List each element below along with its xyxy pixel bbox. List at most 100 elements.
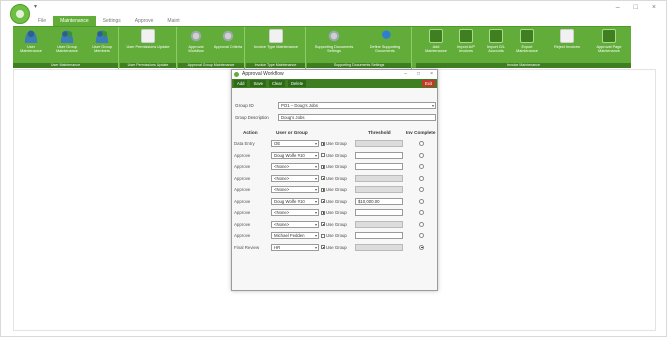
button-label: Approval Workflow [188,45,204,53]
tab-approve[interactable]: Approve [128,16,161,26]
use-group-checkbox[interactable]: Use Group [321,153,347,158]
group-label: Invoice Maintenance [416,63,631,68]
user-or-group-select[interactable]: Doug Wolfe #10 [271,151,319,159]
threshold-input[interactable] [355,243,403,251]
ribbon-group-user-maintenance: User Maintenance User Group Maintenance … [13,27,119,69]
invoice-type-maintenance-button[interactable]: Invoice Type Maintenance [251,29,301,49]
button-label: User Group Maintenance [56,45,78,53]
define-supporting-documents-button[interactable]: Define Supporting Documents [361,29,409,53]
inv-complete-radio[interactable] [419,210,424,215]
import-gl-accounts-button[interactable]: Import G/L Accounts [482,29,510,53]
close-icon[interactable]: × [652,4,656,11]
use-group-checkbox[interactable]: Use Group [321,176,347,181]
maximize-icon[interactable]: □ [634,4,638,11]
inv-complete-radio[interactable] [419,187,424,192]
inv-complete-radio[interactable] [419,233,424,238]
save-button[interactable]: Save [250,80,266,87]
user-maintenance-button[interactable]: User Maintenance [16,29,46,53]
button-label: Export Maintenance [516,45,538,53]
user-or-group-select[interactable]: Michael Fedden [271,232,319,239]
reject-invoices-button[interactable]: Reject Invoices [552,29,582,49]
close-icon[interactable]: × [430,70,433,79]
action-label: Final Review [234,244,260,250]
add-maintenance-button[interactable]: Add Maintenance [422,29,450,53]
group-id-select[interactable]: PO1 – Doug's Jobs [278,102,436,109]
user-or-group-select[interactable]: HR [271,243,319,251]
threshold-input[interactable] [355,151,403,159]
action-label: Data Entry [234,141,255,146]
user-group-members-button[interactable]: User Group Members [87,29,117,53]
use-group-checkbox[interactable]: Use Group [321,199,347,204]
import-ap-invoices-button[interactable]: Import A/P Invoices [452,29,480,53]
use-group-label: Use Group [326,233,347,238]
dialog-window-controls: – □ × [404,70,433,79]
tab-settings[interactable]: Settings [96,16,128,26]
threshold-input[interactable] [355,163,403,170]
use-group-label: Use Group [326,152,347,158]
user-or-group-select[interactable]: <None> [271,174,319,182]
supporting-documents-settings-button[interactable]: Supporting Documents Settings [310,29,358,53]
ribbon: User Maintenance User Group Maintenance … [13,26,631,69]
application-window: ▾ – □ × File Maintenance Settings Approv… [0,0,667,337]
user-or-group-select[interactable]: <None> [271,209,319,216]
inv-complete-radio[interactable] [419,244,424,250]
export-maintenance-button[interactable]: Export Maintenance [512,29,542,53]
user-or-group-select[interactable]: <None> [271,186,319,193]
use-group-checkbox[interactable]: Use Group [321,141,347,146]
minimize-icon[interactable]: – [616,4,620,11]
quick-access-toolbar[interactable]: ▾ [34,3,37,10]
use-group-checkbox[interactable]: Use Group [321,245,347,250]
user-or-group-select[interactable]: <None> [271,163,319,170]
inv-complete-radio[interactable] [419,175,424,181]
inv-complete-radio[interactable] [419,152,424,158]
threshold-input[interactable] [355,209,403,216]
document-icon [141,29,155,43]
exit-button[interactable]: Exit [422,80,435,87]
action-label: Approve [234,210,251,215]
threshold-input[interactable] [355,186,403,193]
invoice-icon [269,29,283,43]
threshold-input[interactable] [355,140,403,147]
use-group-checkbox[interactable]: Use Group [321,233,347,238]
use-group-checkbox[interactable]: Use Group [321,187,347,192]
button-label: User Maintenance [20,45,42,53]
sheet-icon [602,29,616,43]
maximize-icon[interactable]: □ [417,70,420,79]
group-description-label: Group Description [235,115,269,120]
approval-workflow-button[interactable]: Approval Workflow [181,29,211,53]
tab-file[interactable]: File [31,16,53,26]
inv-complete-radio[interactable] [419,221,424,227]
use-group-checkbox[interactable]: Use Group [321,222,347,227]
user-or-group-select[interactable]: Doug Wolfe #10 [271,197,319,205]
clear-button[interactable]: Clear [269,80,286,87]
threshold-input[interactable]: $10,000.00 [355,197,403,205]
app-logo-icon[interactable] [10,4,30,24]
tab-maint[interactable]: Maint [160,16,186,26]
action-label: Approve [234,198,251,204]
approval-criteria-button[interactable]: Approval Criteria [213,29,243,49]
checkbox-icon [321,187,325,192]
tab-maintenance[interactable]: Maintenance [53,16,96,26]
use-group-checkbox[interactable]: Use Group [321,164,347,169]
action-label: Approve [234,233,251,238]
use-group-label: Use Group [326,164,347,169]
user-or-group-select[interactable]: OE [271,140,319,147]
threshold-input[interactable] [355,174,403,182]
group-description-input[interactable]: Doug's Jobs [278,114,436,121]
delete-button[interactable]: Delete [288,80,307,87]
sheet-icon [459,29,473,43]
minimize-icon[interactable]: – [404,70,407,79]
threshold-input[interactable] [355,220,403,228]
action-label: Approve [234,164,251,169]
user-permissions-update-button[interactable]: User Permissions Update [123,29,173,49]
inv-complete-radio[interactable] [419,198,424,204]
inv-complete-radio[interactable] [419,164,424,169]
approval-page-maintenance-button[interactable]: Approval Page Maintenance [591,29,627,53]
use-group-checkbox[interactable]: Use Group [321,210,347,215]
add-button[interactable]: Add [234,80,248,87]
threshold-input[interactable] [355,232,403,239]
user-or-group-header: User or Group [276,130,308,135]
inv-complete-radio[interactable] [419,141,424,146]
user-group-maintenance-button[interactable]: User Group Maintenance [51,29,83,53]
user-or-group-select[interactable]: <None> [271,220,319,228]
